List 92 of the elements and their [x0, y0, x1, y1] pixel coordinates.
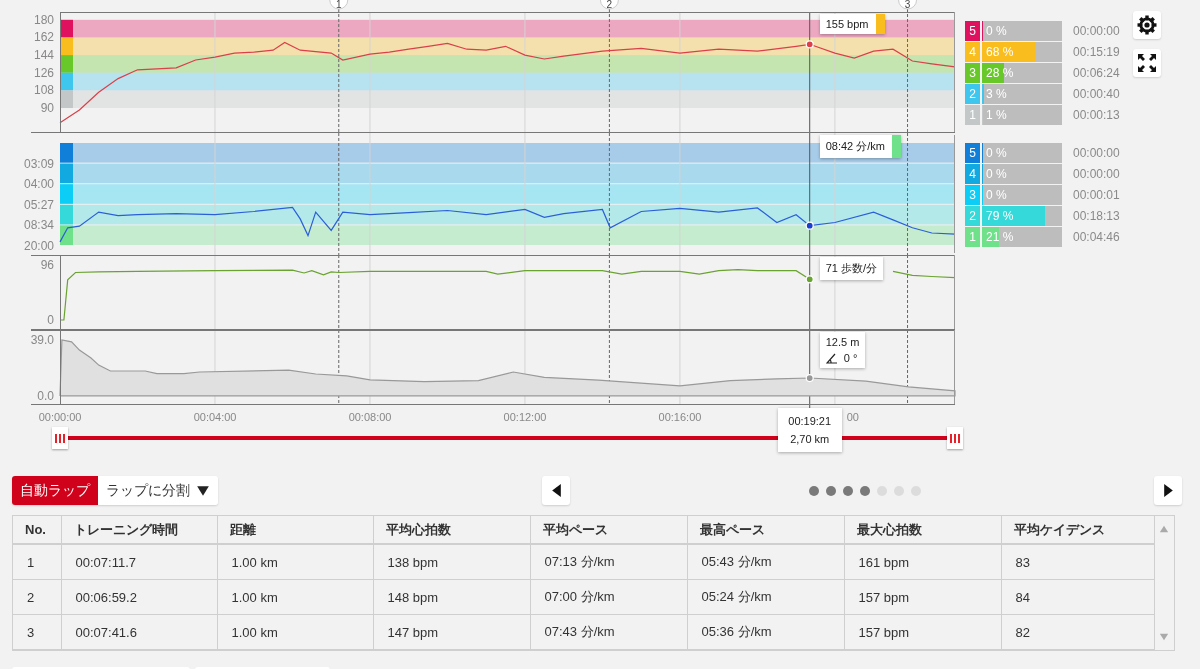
table-cell: 84 — [1001, 579, 1154, 615]
tooltip-value: 71 歩数/分 — [825, 261, 878, 276]
zone-number: 1 — [965, 105, 980, 125]
axis-label: 00:12:00 — [503, 411, 547, 423]
axis-label: 00:04:00 — [193, 411, 237, 423]
column-header: 平均心拍数 — [373, 516, 530, 544]
zone-time: 00:00:13 — [1073, 108, 1120, 122]
table-cell: 1.00 km — [217, 614, 373, 650]
zone-time: 00:00:01 — [1073, 188, 1120, 202]
table-cell: 2 — [13, 579, 61, 615]
zone-share: 1 % — [986, 107, 1007, 124]
axis-label: 90 — [40, 101, 54, 115]
axis-label: 96 — [40, 258, 54, 272]
axis-label: 144 — [33, 48, 54, 63]
table-cell: 00:07:41.6 — [61, 614, 217, 650]
tooltip-value: 12.5 m — [825, 336, 860, 348]
axis-label: 00 — [846, 411, 859, 423]
axis-label: 0.0 — [37, 388, 54, 403]
column-header: トレーニング時間 — [61, 516, 217, 544]
table-cell: 00:07:11.7 — [61, 544, 217, 580]
zone-number: 3 — [965, 185, 980, 205]
axis-label: 162 — [33, 30, 54, 45]
zone-time: 00:15:19 — [1073, 45, 1120, 59]
zone-time: 00:00:00 — [1073, 146, 1120, 160]
zone-share: 0 % — [986, 145, 1007, 162]
axis-label: 04:00 — [23, 177, 54, 192]
column-header: 平均ペース — [530, 516, 687, 544]
table-cell: 05:36 分/km — [687, 614, 844, 650]
readout-distance: 2,70 km — [790, 433, 830, 445]
zone-time: 00:00:00 — [1073, 167, 1120, 181]
tooltip-value: 08:42 分/km — [825, 139, 885, 154]
zone-number: 4 — [965, 164, 980, 184]
table-cell: 07:43 分/km — [530, 614, 687, 650]
axis-label: 00:00:00 — [38, 411, 82, 423]
zone-number: 4 — [965, 42, 980, 62]
table-cell: 1.00 km — [217, 579, 373, 615]
table-cell: 82 — [1001, 614, 1154, 650]
table-cell: 83 — [1001, 544, 1154, 580]
table-cell: 05:24 分/km — [687, 579, 844, 615]
table-cell: 07:13 分/km — [530, 544, 687, 580]
table-cell: 161 bpm — [844, 544, 1001, 580]
table-cell: 05:43 分/km — [687, 544, 844, 580]
axis-label: 03:09 — [23, 156, 54, 171]
table-cell: 07:00 分/km — [530, 579, 687, 615]
lap-badge: 1 — [329, 0, 349, 10]
zone-time: 00:18:13 — [1073, 209, 1120, 223]
table-cell: 00:06:59.2 — [61, 579, 217, 615]
axis-label: 108 — [33, 83, 54, 98]
zone-time: 00:06:24 — [1073, 66, 1120, 80]
axis-label: 00:16:00 — [658, 411, 702, 423]
lap-badge: 2 — [599, 0, 619, 10]
zone-share: 3 % — [986, 86, 1007, 103]
axis-label: 0 — [47, 313, 54, 327]
axis-label: 08:34 — [23, 218, 54, 233]
axis-label: 05:27 — [23, 197, 54, 212]
table-cell: 157 bpm — [844, 579, 1001, 615]
axis-label: 00:08:00 — [348, 411, 392, 423]
column-header: 平均ケイデンス — [1001, 516, 1154, 544]
column-header: 最高ペース — [687, 516, 844, 544]
axis-label: 180 — [33, 12, 54, 27]
lap-badge: 3 — [898, 0, 918, 10]
zone-time: 00:00:40 — [1073, 87, 1120, 101]
table-cell: 148 bpm — [373, 579, 530, 615]
axis-label: 39.0 — [30, 333, 54, 348]
tooltip-value: 155 bpm — [825, 18, 869, 30]
zone-number: 5 — [965, 143, 980, 163]
axis-label: 126 — [33, 65, 54, 80]
table-cell: 3 — [13, 614, 61, 650]
zone-number: 5 — [965, 21, 980, 41]
zone-number: 2 — [965, 84, 980, 104]
zone-number: 3 — [965, 63, 980, 83]
column-header: No. — [13, 516, 61, 544]
axis-label: 20:00 — [23, 239, 54, 253]
zone-number: 2 — [965, 206, 980, 226]
zone-share: 0 % — [986, 187, 1007, 204]
zone-share: 68 % — [986, 44, 1014, 61]
table-cell: 1.00 km — [217, 544, 373, 580]
table-cell: 138 bpm — [373, 544, 530, 580]
table-cell: 147 bpm — [373, 614, 530, 650]
table-cell: 1 — [13, 544, 61, 580]
zone-share: 21 % — [986, 229, 1014, 246]
table-cell: 157 bpm — [844, 614, 1001, 650]
zone-share: 0 % — [986, 166, 1007, 183]
zone-time: 00:04:46 — [1073, 230, 1120, 244]
tooltip-value: 0 ° — [843, 352, 858, 364]
readout-time: 00:19:21 — [788, 415, 832, 427]
column-header: 最大心拍数 — [844, 516, 1001, 544]
zone-number: 1 — [965, 227, 980, 247]
zone-share: 79 % — [986, 208, 1014, 225]
zone-time: 00:00:00 — [1073, 24, 1120, 38]
column-header: 距離 — [217, 516, 373, 544]
zone-share: 0 % — [986, 23, 1007, 40]
